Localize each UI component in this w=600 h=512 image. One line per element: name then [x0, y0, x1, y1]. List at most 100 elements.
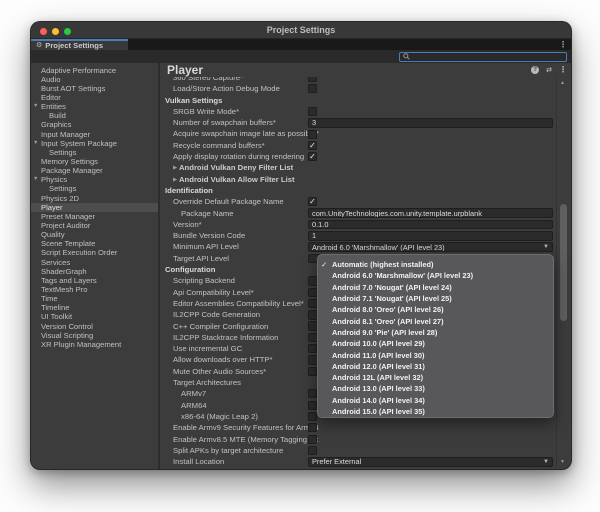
- text-field-version[interactable]: 0.1.0: [308, 220, 553, 230]
- sidebar-item-services[interactable]: Services: [31, 257, 158, 266]
- setting-row-bundle-version-code[interactable]: Bundle Version Code1: [162, 230, 558, 241]
- dropdown-option-android-7-1-nougat-api-level-25[interactable]: Android 7.1 'Nougat' (API level 25): [318, 293, 553, 304]
- help-icon[interactable]: ?: [531, 66, 539, 74]
- sidebar-item-time[interactable]: Time: [31, 294, 158, 303]
- sidebar-item-input-system-package[interactable]: ▼Input System Package: [31, 139, 158, 148]
- text-field-number-of-swapchain-buffers[interactable]: 3: [308, 118, 553, 128]
- sidebar-item-input-manager[interactable]: Input Manager: [31, 129, 158, 138]
- sidebar-item-xr-plugin-management[interactable]: XR Plugin Management: [31, 340, 158, 349]
- tab-project-settings[interactable]: ⚙ Project Settings: [31, 39, 128, 50]
- setting-row-enable-armv8-5-mte-memory-tagging-ex[interactable]: Enable Armv8.5 MTE (Memory Tagging Ex: [162, 433, 558, 444]
- scrollbar-thumb[interactable]: [560, 204, 567, 321]
- setting-row-install-location[interactable]: Install LocationPrefer External▼: [162, 456, 558, 467]
- setting-row-srgb-write-mode[interactable]: SRGB Write Mode*: [162, 106, 558, 117]
- sidebar-item-preset-manager[interactable]: Preset Manager: [31, 212, 158, 221]
- checkbox-srgb-write-mode[interactable]: [308, 107, 317, 116]
- dropdown-option-android-13-0-api-level-33[interactable]: Android 13.0 (API level 33): [318, 383, 553, 394]
- sidebar-item-ui-toolkit[interactable]: UI Toolkit: [31, 312, 158, 321]
- setting-row-number-of-swapchain-buffers[interactable]: Number of swapchain buffers*3: [162, 117, 558, 128]
- sidebar-item-entities[interactable]: ▼Entities: [31, 102, 158, 111]
- tab-menu-kebab-icon[interactable]: ⋮: [559, 40, 567, 49]
- scroll-down-arrow-icon[interactable]: ▼: [557, 459, 568, 465]
- checkbox-acquire-swapchain-image-late-as-possible[interactable]: [308, 130, 317, 139]
- checkbox-360-stereo-capture[interactable]: [308, 77, 317, 82]
- dropdown-option-android-9-0-pie-api-level-28[interactable]: Android 9.0 'Pie' (API level 28): [318, 327, 553, 338]
- foldout-arrow-icon[interactable]: ▼: [33, 103, 38, 109]
- setting-row-recycle-command-buffers[interactable]: Recycle command buffers*✓: [162, 140, 558, 151]
- checkbox-enable-armv9-security-features-for-arm64[interactable]: [308, 423, 317, 432]
- scroll-up-arrow-icon[interactable]: ▲: [557, 80, 568, 86]
- sidebar-item-settings[interactable]: Settings: [31, 148, 158, 157]
- checkbox-enable-armv8-5-mte-memory-tagging-ex[interactable]: [308, 435, 317, 444]
- sidebar-item-script-execution-order[interactable]: Script Execution Order: [31, 248, 158, 257]
- dropdown-option-android-8-1-oreo-api-level-27[interactable]: Android 8.1 'Oreo' (API level 27): [318, 315, 553, 326]
- checkbox-recycle-command-buffers[interactable]: ✓: [308, 141, 317, 150]
- setting-row-version[interactable]: Version*0.1.0: [162, 219, 558, 230]
- dropdown-option-automatic-highest-installed[interactable]: ✓Automatic (highest installed): [318, 259, 553, 270]
- checkbox-armv7[interactable]: [308, 389, 317, 398]
- sidebar-item-tags-and-layers[interactable]: Tags and Layers: [31, 276, 158, 285]
- presets-icon[interactable]: ⇄: [546, 67, 552, 74]
- dropdown-minimum-api-level[interactable]: Android 6.0 'Marshmallow' (API level 23)…: [308, 242, 553, 252]
- setting-row-android-vulkan-deny-filter-list[interactable]: ▶Android Vulkan Deny Filter List: [162, 162, 558, 173]
- setting-row-load-store-action-debug-mode[interactable]: Load/Store Action Debug Mode: [162, 83, 558, 94]
- dropdown-option-android-6-0-marshmallow-api-level-23[interactable]: Android 6.0 'Marshmallow' (API level 23): [318, 270, 553, 281]
- setting-row-enable-armv9-security-features-for-arm64[interactable]: Enable Armv9 Security Features for Arm64: [162, 422, 558, 433]
- sidebar-item-project-auditor[interactable]: Project Auditor: [31, 221, 158, 230]
- foldout-arrow-icon[interactable]: ▼: [33, 140, 38, 146]
- foldout-arrow-icon[interactable]: ▶: [173, 177, 177, 183]
- sidebar-item-visual-scripting[interactable]: Visual Scripting: [31, 331, 158, 340]
- checkbox-use-incremental-gc[interactable]: [308, 344, 317, 353]
- dropdown-option-android-7-0-nougat-api-level-24[interactable]: Android 7.0 'Nougat' (API level 24): [318, 282, 553, 293]
- foldout-arrow-icon[interactable]: ▼: [33, 176, 38, 182]
- sidebar-item-memory-settings[interactable]: Memory Settings: [31, 157, 158, 166]
- setting-row-package-name[interactable]: Package Namecom.UnityTechnologies.com.un…: [162, 207, 558, 218]
- panel-menu-kebab-icon[interactable]: ⋮: [559, 66, 567, 74]
- sidebar-item-version-control[interactable]: Version Control: [31, 321, 158, 330]
- dropdown-option-android-15-0-api-level-35[interactable]: Android 15.0 (API level 35): [318, 406, 553, 417]
- sidebar-item-adaptive-performance[interactable]: Adaptive Performance: [31, 66, 158, 75]
- sidebar-item-shadergraph[interactable]: ShaderGraph: [31, 267, 158, 276]
- setting-row-split-apks-by-target-architecture[interactable]: Split APKs by target architecture: [162, 445, 558, 456]
- setting-row-android-vulkan-allow-filter-list[interactable]: ▶Android Vulkan Allow Filter List: [162, 174, 558, 185]
- checkbox-split-apks-by-target-architecture[interactable]: [308, 446, 317, 455]
- checkbox-arm64[interactable]: [308, 401, 317, 410]
- sidebar-item-player[interactable]: Player: [31, 203, 158, 212]
- checkbox-load-store-action-debug-mode[interactable]: [308, 84, 317, 93]
- dropdown-option-android-14-0-api-level-34[interactable]: Android 14.0 (API level 34): [318, 395, 553, 406]
- text-field-package-name[interactable]: com.UnityTechnologies.com.unity.template…: [308, 208, 553, 218]
- sidebar-item-textmesh-pro[interactable]: TextMesh Pro: [31, 285, 158, 294]
- sidebar-item-package-manager[interactable]: Package Manager: [31, 166, 158, 175]
- vertical-scrollbar[interactable]: ▲ ▼: [556, 78, 568, 467]
- sidebar-item-physics[interactable]: ▼Physics: [31, 175, 158, 184]
- checkbox-x86-64-magic-leap-2[interactable]: [308, 412, 317, 421]
- search-input[interactable]: [399, 52, 567, 62]
- foldout-arrow-icon[interactable]: ▶: [173, 165, 177, 171]
- setting-row-acquire-swapchain-image-late-as-possible[interactable]: Acquire swapchain image late as possible…: [162, 128, 558, 139]
- dropdown-option-android-12l-api-level-32[interactable]: Android 12L (API level 32): [318, 372, 553, 383]
- sidebar-item-graphics[interactable]: Graphics: [31, 120, 158, 129]
- section-identification: Identification: [162, 185, 558, 196]
- text-field-bundle-version-code[interactable]: 1: [308, 231, 553, 241]
- sidebar-item-burst-aot-settings[interactable]: Burst AOT Settings: [31, 84, 158, 93]
- sidebar-item-scene-template[interactable]: Scene Template: [31, 239, 158, 248]
- titlebar[interactable]: Project Settings: [31, 22, 571, 39]
- dropdown-option-android-11-0-api-level-30[interactable]: Android 11.0 (API level 30): [318, 349, 553, 360]
- dropdown-option-android-10-0-api-level-29[interactable]: Android 10.0 (API level 29): [318, 338, 553, 349]
- dropdown-option-android-12-0-api-level-31[interactable]: Android 12.0 (API level 31): [318, 361, 553, 372]
- sidebar-item-physics-2d[interactable]: Physics 2D: [31, 193, 158, 202]
- sidebar-item-editor[interactable]: Editor: [31, 93, 158, 102]
- sidebar-item-timeline[interactable]: Timeline: [31, 303, 158, 312]
- sidebar-item-audio[interactable]: Audio: [31, 75, 158, 84]
- checkbox-apply-display-rotation-during-rendering[interactable]: ✓: [308, 152, 317, 161]
- sidebar-item-quality[interactable]: Quality: [31, 230, 158, 239]
- sidebar-item-build[interactable]: Build: [31, 111, 158, 120]
- checkbox-mute-other-audio-sources[interactable]: [308, 367, 317, 376]
- setting-row-apply-display-rotation-during-rendering[interactable]: Apply display rotation during rendering✓: [162, 151, 558, 162]
- dropdown-option-android-8-0-oreo-api-level-26[interactable]: Android 8.0 'Oreo' (API level 26): [318, 304, 553, 315]
- sidebar-item-settings[interactable]: Settings: [31, 184, 158, 193]
- setting-row-minimum-api-level[interactable]: Minimum API LevelAndroid 6.0 'Marshmallo…: [162, 241, 558, 252]
- checkbox-override-default-package-name[interactable]: ✓: [308, 197, 317, 206]
- dropdown-install-location[interactable]: Prefer External▼: [308, 457, 553, 467]
- setting-row-override-default-package-name[interactable]: Override Default Package Name✓: [162, 196, 558, 207]
